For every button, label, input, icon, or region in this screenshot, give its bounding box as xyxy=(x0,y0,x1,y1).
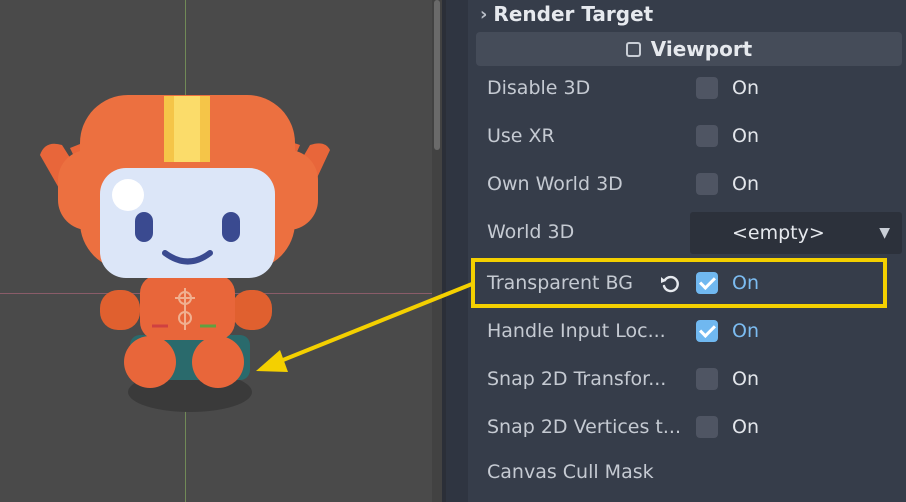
godot-robot-icon[interactable] xyxy=(0,0,446,502)
property-canvas-cull-mask: Canvas Cull Mask xyxy=(446,450,906,494)
property-label: Snap 2D Transfor... xyxy=(487,368,667,390)
checkbox-value-text: On xyxy=(732,173,759,195)
property-world-3d: World 3D <empty> ▼ xyxy=(446,210,906,254)
property-label: Use XR xyxy=(487,125,555,147)
property-snap-2d-vertices: Snap 2D Vertices t... On xyxy=(446,405,906,449)
property-use-xr: Use XR On xyxy=(446,114,906,158)
resource-value: <empty> xyxy=(732,222,825,244)
property-handle-input-locally: Handle Input Loc... On xyxy=(446,309,906,353)
subsection-viewport[interactable]: Viewport xyxy=(476,32,902,66)
property-snap-2d-transforms: Snap 2D Transfor... On xyxy=(446,357,906,401)
section-title: Render Target xyxy=(493,2,654,26)
subsection-title: Viewport xyxy=(650,37,753,61)
property-label: World 3D xyxy=(487,221,575,243)
editor-2d-viewport[interactable] xyxy=(0,0,446,502)
handle-input-locally-checkbox[interactable] xyxy=(696,320,718,342)
property-label: Snap 2D Vertices t... xyxy=(487,416,681,438)
checkbox-value-text: On xyxy=(732,416,759,438)
section-render-target[interactable]: › Render Target xyxy=(480,0,653,28)
property-label: Own World 3D xyxy=(487,173,623,195)
snap-2d-transforms-checkbox[interactable] xyxy=(696,368,718,390)
property-label: Disable 3D xyxy=(487,77,591,99)
use-xr-checkbox[interactable] xyxy=(696,125,718,147)
world-3d-resource-picker[interactable]: <empty> ▼ xyxy=(690,212,902,254)
highlight-box xyxy=(471,258,887,308)
checkbox-value-text: On xyxy=(732,77,759,99)
inspector-panel: › Render Target Viewport Disable 3D On U… xyxy=(446,0,906,502)
property-own-world-3d: Own World 3D On xyxy=(446,162,906,206)
viewport-scrollbar-thumb[interactable] xyxy=(434,0,440,150)
snap-2d-vertices-checkbox[interactable] xyxy=(696,416,718,438)
chevron-down-icon: ▼ xyxy=(879,225,890,241)
chevron-right-icon: › xyxy=(480,3,488,25)
property-label: Handle Input Loc... xyxy=(487,320,666,342)
checkbox-value-text: On xyxy=(732,320,759,342)
property-disable-3d: Disable 3D On xyxy=(446,66,906,110)
checkbox-value-text: On xyxy=(732,368,759,390)
checkbox-value-text: On xyxy=(732,125,759,147)
checkbox-icon xyxy=(625,41,641,57)
own-world-3d-checkbox[interactable] xyxy=(696,173,718,195)
disable-3d-checkbox[interactable] xyxy=(696,77,718,99)
property-label: Canvas Cull Mask xyxy=(487,461,654,483)
